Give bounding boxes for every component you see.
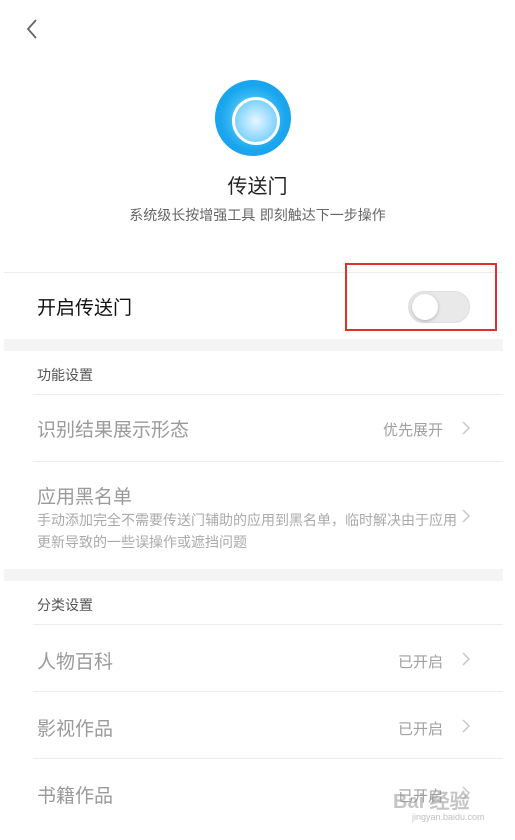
chevron-right-icon xyxy=(461,420,471,436)
highlight-annotation-box xyxy=(345,263,497,331)
row-label: 书籍作品 xyxy=(37,785,114,807)
row-description: 手动添加完全不需要传送门辅助的应用到黑名单，临时解决由于应用更新导致的一些误操作… xyxy=(37,513,457,551)
back-button[interactable] xyxy=(18,14,46,44)
baidu-watermark: Bai 经验 xyxy=(393,791,470,813)
chevron-right-icon xyxy=(461,718,471,734)
row-app-blacklist[interactable]: 应用黑名单 手动添加完全不需要传送门辅助的应用到黑名单，临时解决由于应用更新导致… xyxy=(4,462,503,569)
app-title: 传送门 xyxy=(227,174,288,198)
row-result-display-mode[interactable]: 识别结果展示形态 优先展开 xyxy=(4,395,503,461)
row-label: 人物百科 xyxy=(37,651,114,673)
row-person-encyclopedia[interactable]: 人物百科 已开启 xyxy=(4,625,503,691)
portal-logo-icon xyxy=(215,80,291,156)
section-header-function: 功能设置 xyxy=(37,368,93,384)
baidu-watermark-url: jingyan.baidu.com xyxy=(412,812,485,822)
row-value: 已开启 xyxy=(397,720,443,738)
row-film-works[interactable]: 影视作品 已开启 xyxy=(4,692,503,758)
section-gap xyxy=(4,569,503,581)
chevron-right-icon xyxy=(461,508,471,524)
row-value: 已开启 xyxy=(397,653,443,671)
chevron-left-icon xyxy=(26,19,37,39)
chevron-right-icon xyxy=(461,651,471,667)
section-gap xyxy=(4,339,503,351)
row-label: 应用黑名单 xyxy=(37,486,133,508)
row-label: 影视作品 xyxy=(37,718,114,740)
section-header-category: 分类设置 xyxy=(37,598,93,614)
row-label: 识别结果展示形态 xyxy=(37,419,190,441)
enable-portal-label: 开启传送门 xyxy=(37,296,133,319)
row-value: 优先展开 xyxy=(382,421,443,439)
app-subtitle: 系统级长按增强工具 即刻触达下一步操作 xyxy=(129,208,386,224)
